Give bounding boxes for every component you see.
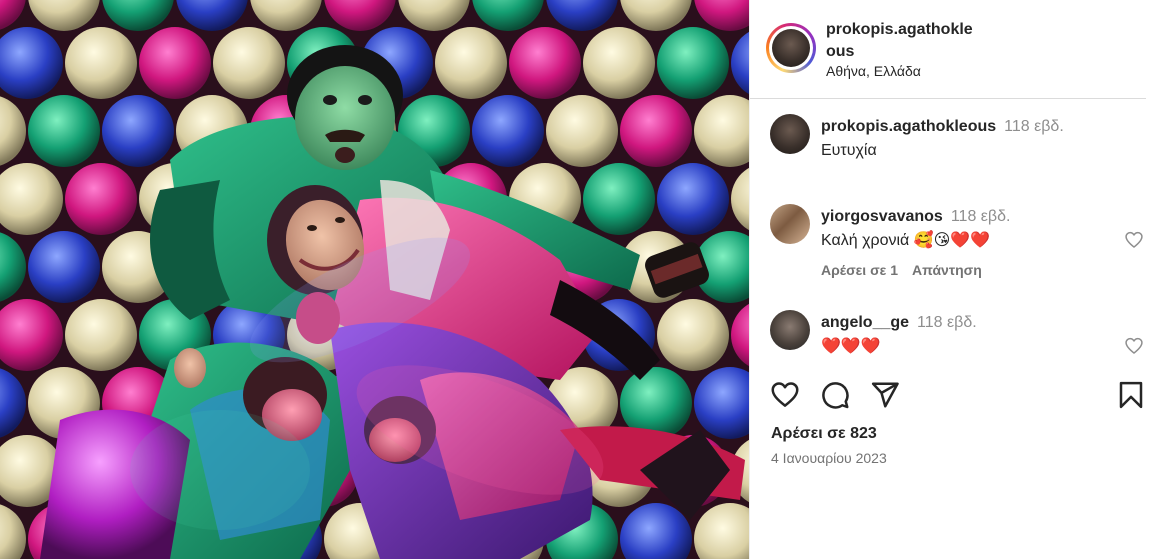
- post-action-bar: [770, 380, 1143, 416]
- author-username[interactable]: prokopis.agathokle ous: [826, 19, 996, 63]
- pompom-ball: [65, 299, 137, 371]
- comment-avatar[interactable]: [770, 310, 810, 350]
- pompom-ball: [472, 95, 544, 167]
- pompom-ball: [620, 95, 692, 167]
- comment-text: Καλή χρονιά 🥰😘❤️❤️: [821, 232, 991, 249]
- comment-reply-button[interactable]: Απάντηση: [912, 262, 982, 278]
- pompom-ball: [657, 27, 729, 99]
- pompom-ball: [583, 163, 655, 235]
- pompom-ball: [102, 95, 174, 167]
- comment-like-heart-icon[interactable]: [1124, 336, 1144, 356]
- post-photo-canvas: [0, 0, 749, 559]
- pompom-ball: [657, 163, 729, 235]
- child-left-hand: [174, 348, 206, 388]
- pompom-ball: [139, 27, 211, 99]
- paper-plane-icon[interactable]: [870, 380, 900, 410]
- pompom-ball: [213, 27, 285, 99]
- caption-username[interactable]: prokopis.agathokleous: [821, 118, 996, 135]
- pompom-ball: [509, 27, 581, 99]
- comment-like-heart-icon[interactable]: [1124, 230, 1144, 250]
- pompom-ball: [28, 95, 100, 167]
- pompom-ball: [65, 27, 137, 99]
- comment-header: yiorgosvavanos 118 εβδ.: [821, 207, 1010, 227]
- pompom-ball: [583, 27, 655, 99]
- bookmark-icon[interactable]: [1116, 380, 1146, 410]
- post-header: prokopis.agathokle ous Αθήνα, Ελλάδα: [750, 0, 1146, 99]
- comment-meta: Αρέσει σε 1 Απάντηση: [821, 262, 996, 278]
- comment-item: angelo__ge 118 εβδ. ❤️❤️❤️: [770, 310, 1143, 380]
- caption-header: prokopis.agathokleous 118 εβδ.: [821, 117, 1064, 137]
- comment-item: yiorgosvavanos 118 εβδ. Καλή χρονιά 🥰😘❤️❤…: [770, 204, 1143, 278]
- likes-count[interactable]: Αρέσει σε 823: [771, 425, 877, 443]
- post-photo[interactable]: [0, 0, 749, 559]
- pompom-ball: [657, 299, 729, 371]
- author-story-ring[interactable]: [766, 23, 816, 73]
- caption-avatar[interactable]: [770, 114, 810, 154]
- comment-header: angelo__ge 118 εβδ.: [821, 313, 977, 333]
- caption-text: Ευτυχία: [821, 142, 877, 159]
- post-date[interactable]: 4 Ιανουαρίου 2023: [771, 450, 887, 466]
- caption: prokopis.agathokleous 118 εβδ. Ευτυχία: [770, 114, 1140, 159]
- comment-avatar[interactable]: [770, 204, 810, 244]
- comment-username[interactable]: yiorgosvavanos: [821, 208, 943, 225]
- pompom-ball: [435, 27, 507, 99]
- comment-text: ❤️❤️❤️: [821, 338, 881, 355]
- comment-username[interactable]: angelo__ge: [821, 314, 909, 331]
- pompom-ball: [28, 231, 100, 303]
- speech-bubble-icon[interactable]: [820, 380, 850, 410]
- comment-time[interactable]: 118 εβδ.: [951, 208, 1011, 225]
- heart-outline-icon[interactable]: [770, 380, 800, 410]
- author-avatar[interactable]: [772, 29, 810, 67]
- post-side-panel: prokopis.agathokle ous Αθήνα, Ελλάδα pro…: [749, 0, 1152, 559]
- pompom-ball: [65, 163, 137, 235]
- caption-time[interactable]: 118 εβδ.: [1004, 118, 1064, 135]
- pompom-ball: [546, 95, 618, 167]
- comment-likes-link[interactable]: Αρέσει σε 1: [821, 262, 898, 278]
- comment-time[interactable]: 118 εβδ.: [917, 314, 977, 331]
- post-location[interactable]: Αθήνα, Ελλάδα: [826, 63, 921, 79]
